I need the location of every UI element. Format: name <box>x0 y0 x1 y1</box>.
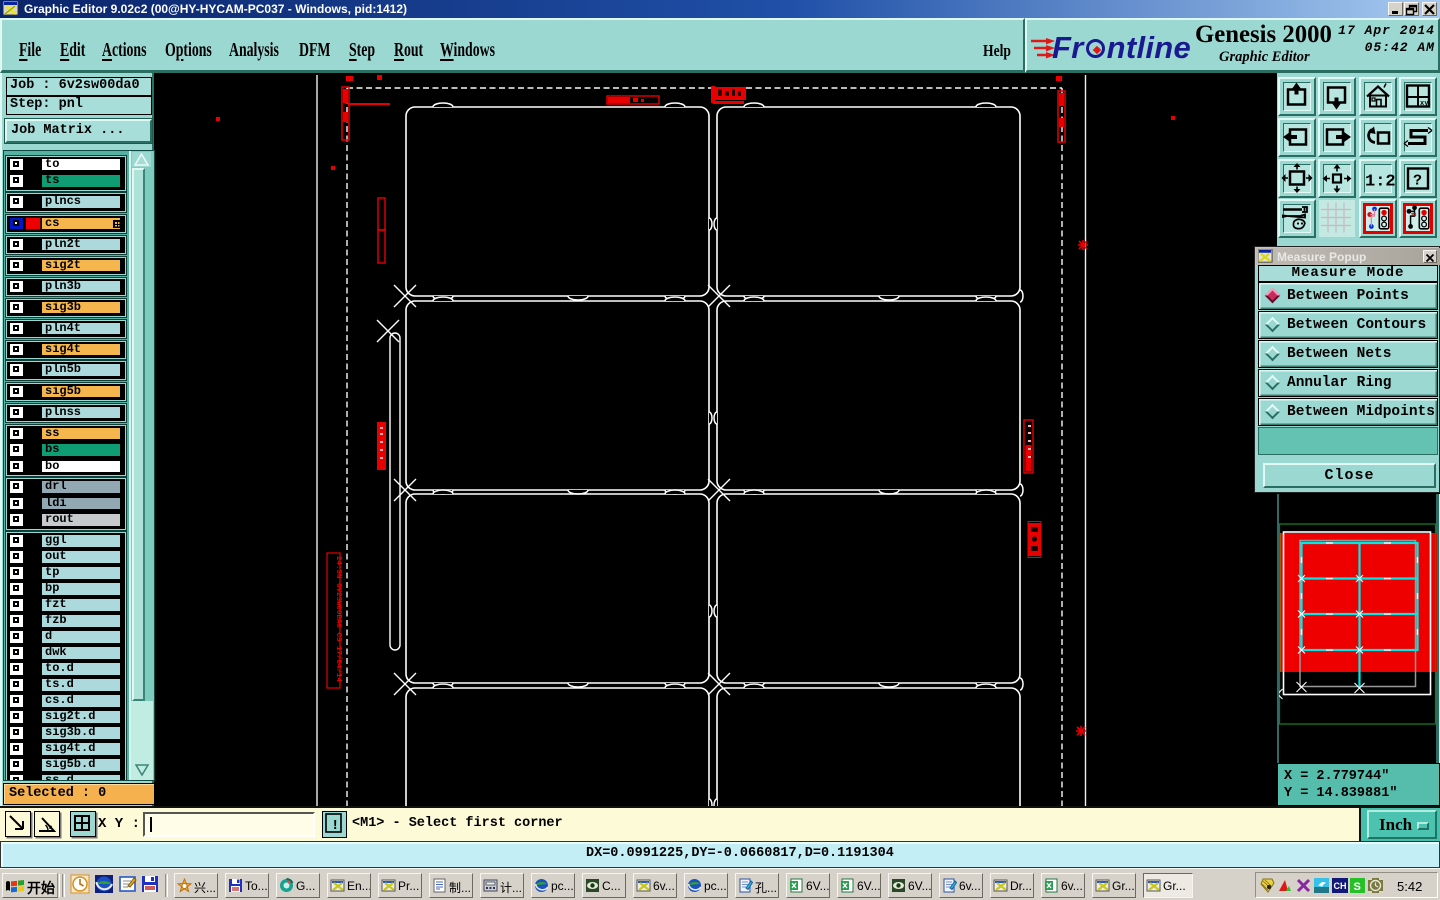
svg-text:CH: CH <box>1334 881 1347 891</box>
svg-text:24:3N 6V2SW00DA0 CS 17/04/14: 24:3N 6V2SW00DA0 CS 17/04/14 <box>334 556 342 683</box>
svg-text:!: ! <box>331 818 339 834</box>
svg-text:S: S <box>1354 881 1361 893</box>
svg-text:1:2: 1:2 <box>1365 173 1395 192</box>
svg-text:xy: xy <box>1420 100 1429 108</box>
svg-text:?: ? <box>1413 173 1422 190</box>
